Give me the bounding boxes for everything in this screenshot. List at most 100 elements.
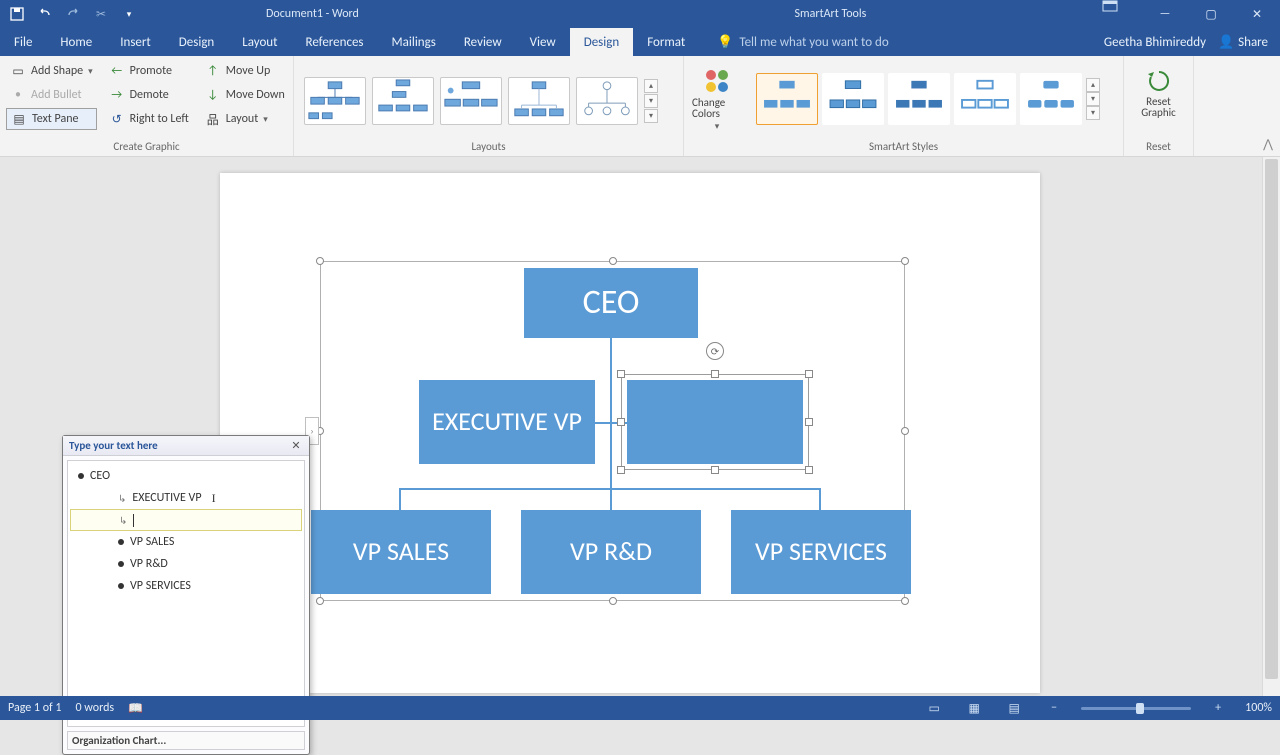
text-pane-item[interactable]: CEO bbox=[70, 465, 302, 487]
restore-button[interactable]: ▢ bbox=[1188, 0, 1234, 28]
text-pane-footer[interactable]: Organization Chart... bbox=[67, 731, 305, 750]
close-icon[interactable]: ✕ bbox=[289, 439, 303, 452]
node-vp-sales[interactable]: VP SALES bbox=[311, 510, 491, 594]
demote-button[interactable]: →Demote bbox=[105, 84, 193, 106]
rotate-handle-icon[interactable]: ⟳ bbox=[706, 342, 724, 360]
text-pane-header[interactable]: Type your text here ✕ bbox=[63, 436, 309, 456]
resize-handle[interactable] bbox=[617, 466, 625, 474]
close-button[interactable]: ✕ bbox=[1234, 0, 1280, 28]
style-thumb-2[interactable] bbox=[822, 73, 884, 125]
layout-thumb-1[interactable] bbox=[304, 77, 366, 125]
layouts-more-icon[interactable]: ▾ bbox=[644, 109, 658, 123]
add-bullet-button[interactable]: •Add Bullet bbox=[6, 84, 97, 106]
tab-design[interactable]: Design bbox=[165, 28, 228, 56]
shape-selection[interactable] bbox=[621, 374, 809, 470]
rtl-button[interactable]: ↺Right to Left bbox=[105, 108, 193, 130]
tab-mailings[interactable]: Mailings bbox=[378, 28, 450, 56]
view-read-icon[interactable]: ▭ bbox=[921, 701, 947, 716]
zoom-out-button[interactable]: − bbox=[1041, 701, 1067, 715]
layout-button[interactable]: 品Layout bbox=[201, 108, 289, 130]
resize-handle[interactable] bbox=[805, 418, 813, 426]
page[interactable]: › CEO EXECUTIVE VP VP SALES VP R&D VP SE… bbox=[220, 173, 1040, 693]
styles-more-icon[interactable]: ▾ bbox=[1086, 106, 1100, 120]
move-up-button[interactable]: ↑Move Up bbox=[201, 60, 289, 82]
qat-more-icon[interactable]: ▾ bbox=[116, 2, 142, 26]
add-shape-button[interactable]: ▭Add Shape bbox=[6, 60, 97, 82]
layout-thumb-4[interactable] bbox=[508, 77, 570, 125]
undo-icon[interactable] bbox=[32, 2, 58, 26]
collapse-ribbon-icon[interactable]: ⋀ bbox=[1256, 56, 1280, 156]
styles-up-icon[interactable]: ▴ bbox=[1086, 78, 1100, 92]
resize-handle[interactable] bbox=[901, 257, 909, 265]
redo-icon[interactable] bbox=[60, 2, 86, 26]
view-web-icon[interactable]: ▤ bbox=[1001, 701, 1027, 716]
tab-insert[interactable]: Insert bbox=[106, 28, 165, 56]
style-thumb-5[interactable] bbox=[1020, 73, 1082, 125]
text-pane-item-active[interactable]: ↳ bbox=[70, 509, 302, 531]
text-pane-item[interactable]: ↳EXECUTIVE VPI bbox=[70, 487, 302, 509]
node-ceo[interactable]: CEO bbox=[524, 268, 698, 338]
layouts-down-icon[interactable]: ▾ bbox=[644, 94, 658, 108]
resize-handle[interactable] bbox=[711, 370, 719, 378]
style-thumb-3[interactable] bbox=[888, 73, 950, 125]
resize-handle[interactable] bbox=[711, 466, 719, 474]
tab-references[interactable]: References bbox=[292, 28, 378, 56]
node-vp-services[interactable]: VP SERVICES bbox=[731, 510, 911, 594]
status-page[interactable]: Page 1 of 1 bbox=[8, 701, 62, 715]
smartart-frame[interactable]: › CEO EXECUTIVE VP VP SALES VP R&D VP SE… bbox=[320, 261, 905, 601]
user-name[interactable]: Geetha Bhimireddy bbox=[1104, 35, 1206, 50]
zoom-slider[interactable] bbox=[1081, 707, 1191, 710]
tab-smartart-format[interactable]: Format bbox=[633, 28, 699, 56]
promote-button[interactable]: ←Promote bbox=[105, 60, 193, 82]
text-pane-item[interactable]: VP R&D bbox=[70, 553, 302, 575]
text-pane-item[interactable]: VP SERVICES bbox=[70, 575, 302, 597]
resize-handle[interactable] bbox=[316, 257, 324, 265]
tab-review[interactable]: Review bbox=[450, 28, 516, 56]
zoom-in-button[interactable]: + bbox=[1205, 701, 1231, 715]
node-exec-vp[interactable]: EXECUTIVE VP bbox=[419, 380, 595, 464]
tab-view[interactable]: View bbox=[516, 28, 570, 56]
cut-icon[interactable]: ✂ bbox=[88, 2, 114, 26]
change-colors-button[interactable]: Change Colors bbox=[690, 63, 744, 136]
tab-layout[interactable]: Layout bbox=[228, 28, 291, 56]
share-button[interactable]: 👤 Share bbox=[1218, 35, 1268, 50]
move-down-button[interactable]: ↓Move Down bbox=[201, 84, 289, 106]
tab-home[interactable]: Home bbox=[46, 28, 106, 56]
resize-handle[interactable] bbox=[316, 597, 324, 605]
view-print-icon[interactable]: ▦ bbox=[961, 701, 987, 716]
style-thumb-1[interactable] bbox=[756, 73, 818, 125]
zoom-level[interactable]: 100% bbox=[1245, 701, 1272, 715]
layout-thumb-5[interactable] bbox=[576, 77, 638, 125]
reset-graphic-button[interactable]: Reset Graphic bbox=[1132, 64, 1186, 122]
tab-file[interactable]: File bbox=[0, 28, 46, 56]
status-words[interactable]: 0 words bbox=[76, 701, 115, 715]
text-pane-item[interactable]: VP SALES bbox=[70, 531, 302, 553]
resize-handle[interactable] bbox=[609, 257, 617, 265]
vertical-scrollbar[interactable] bbox=[1262, 157, 1280, 696]
layout-thumb-2[interactable] bbox=[372, 77, 434, 125]
text-pane-body[interactable]: CEO ↳EXECUTIVE VPI ↳ VP SALES VP R&D VP … bbox=[67, 460, 305, 727]
resize-handle[interactable] bbox=[609, 597, 617, 605]
text-pane-toggle[interactable]: ▤Text Pane bbox=[6, 108, 97, 130]
zoom-slider-thumb[interactable] bbox=[1136, 703, 1144, 714]
ribbon-options-icon[interactable] bbox=[1102, 0, 1142, 28]
minimize-button[interactable]: — bbox=[1142, 0, 1188, 28]
styles-scroll[interactable]: ▴▾▾ bbox=[1086, 76, 1102, 122]
resize-handle[interactable] bbox=[805, 370, 813, 378]
save-icon[interactable] bbox=[4, 2, 30, 26]
layouts-up-icon[interactable]: ▴ bbox=[644, 79, 658, 93]
proofing-icon[interactable]: 📖 bbox=[128, 701, 143, 716]
scrollbar-thumb[interactable] bbox=[1265, 159, 1278, 679]
node-vp-rd[interactable]: VP R&D bbox=[521, 510, 701, 594]
style-thumb-4[interactable] bbox=[954, 73, 1016, 125]
layouts-scroll[interactable]: ▴▾▾ bbox=[644, 77, 660, 125]
resize-handle[interactable] bbox=[901, 597, 909, 605]
resize-handle[interactable] bbox=[617, 370, 625, 378]
tell-me[interactable]: 💡 Tell me what you want to do bbox=[699, 28, 1104, 56]
styles-down-icon[interactable]: ▾ bbox=[1086, 92, 1100, 106]
resize-handle[interactable] bbox=[901, 427, 909, 435]
tab-smartart-design[interactable]: Design bbox=[570, 28, 633, 56]
resize-handle[interactable] bbox=[617, 418, 625, 426]
layout-thumb-3[interactable] bbox=[440, 77, 502, 125]
resize-handle[interactable] bbox=[805, 466, 813, 474]
